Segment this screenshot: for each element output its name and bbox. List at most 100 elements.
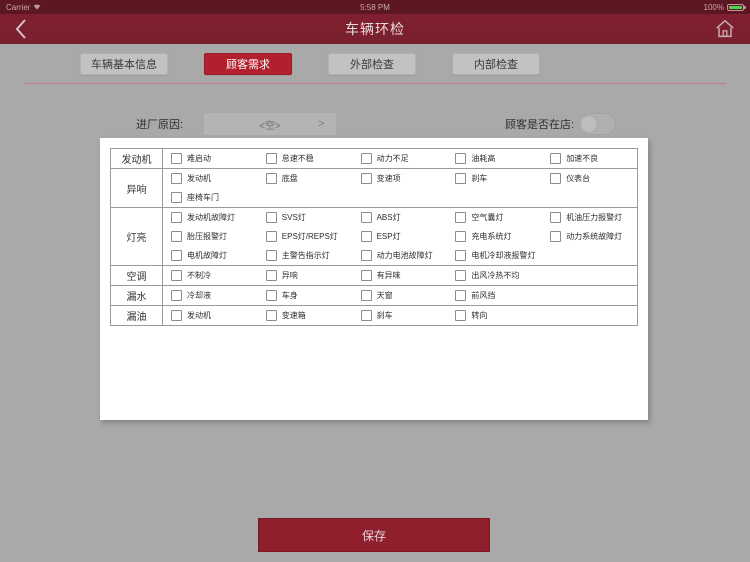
checkbox-item[interactable]: 难启动: [163, 149, 258, 168]
checkbox-icon[interactable]: [265, 270, 277, 281]
checkbox-icon[interactable]: [265, 290, 277, 301]
reason-chevron-icon[interactable]: >: [318, 113, 324, 135]
back-button[interactable]: [14, 14, 28, 44]
checkbox-item[interactable]: 怠速不稳: [258, 149, 353, 168]
instore-toggle[interactable]: [578, 113, 616, 135]
checkbox-item[interactable]: 出风冷热不均: [447, 266, 542, 285]
checkbox-item[interactable]: EPS灯/REPS灯: [258, 227, 353, 246]
checkbox-icon[interactable]: [265, 250, 277, 261]
checkbox-item[interactable]: 动力不足: [353, 149, 448, 168]
reason-label: 进厂原因:: [136, 119, 184, 131]
checkbox-item[interactable]: 电机故障灯: [163, 246, 258, 265]
checkbox-item[interactable]: 动力系统故障灯: [542, 227, 637, 246]
checkbox-item[interactable]: 加速不良: [542, 149, 637, 168]
checkbox-item[interactable]: 发动机: [163, 169, 258, 188]
checkbox-item[interactable]: 前风挡: [447, 286, 542, 305]
checkbox-item[interactable]: 天窗: [353, 286, 448, 305]
checkbox-item[interactable]: 充电系统灯: [447, 227, 542, 246]
tab-0[interactable]: 车辆基本信息: [80, 53, 168, 75]
checkbox-label: 发动机故障灯: [187, 213, 235, 222]
checkbox-item[interactable]: 有异味: [353, 266, 448, 285]
checkbox-icon[interactable]: [265, 173, 277, 184]
checkbox-icon[interactable]: [360, 173, 372, 184]
table-row: 发动机 难启动 怠速不稳 动力不足 油耗高 加速不良: [110, 148, 638, 169]
checkbox-icon[interactable]: [455, 153, 467, 164]
checkbox-item[interactable]: 主警告指示灯: [258, 246, 353, 265]
tab-1[interactable]: 顾客需求: [204, 53, 292, 75]
checkbox-icon[interactable]: [171, 290, 182, 301]
checkbox-label: 转向: [471, 311, 488, 320]
tab-3[interactable]: 内部检查: [452, 53, 540, 75]
checkbox-label: 仪表台: [566, 174, 591, 183]
checkbox-item[interactable]: 刹车: [447, 169, 542, 188]
checkbox-icon[interactable]: [360, 250, 372, 261]
checkbox-item[interactable]: 座椅车门: [163, 188, 258, 207]
checkbox-item[interactable]: 变速箱: [258, 306, 353, 325]
checkbox-icon[interactable]: [171, 270, 182, 281]
checkbox-icon[interactable]: [265, 212, 277, 223]
checkbox-item[interactable]: 底盘: [258, 169, 353, 188]
checkbox-icon[interactable]: [550, 173, 562, 184]
checkbox-icon[interactable]: [455, 173, 467, 184]
checkbox-icon[interactable]: [360, 270, 372, 281]
checkbox-icon[interactable]: [265, 153, 277, 164]
checkbox-item[interactable]: 空气囊灯: [447, 208, 542, 227]
home-button[interactable]: [714, 14, 736, 44]
nav-bar: 车辆环检: [0, 14, 750, 44]
checkbox-icon[interactable]: [360, 290, 372, 301]
reason-select-value: <空>: [259, 120, 281, 132]
checkbox-item[interactable]: 油耗高: [447, 149, 542, 168]
row-label-0: 发动机: [110, 148, 163, 169]
checkbox-item[interactable]: 胎压报警灯: [163, 227, 258, 246]
checkbox-icon[interactable]: [360, 231, 372, 242]
checkbox-icon[interactable]: [455, 231, 467, 242]
checkbox-item[interactable]: ESP灯: [353, 227, 448, 246]
checkbox-item[interactable]: 刹车: [353, 306, 448, 325]
items-wrap: 发动机故障灯 SVS灯 ABS灯 空气囊灯 机油压力报警灯胎压报警灯 EPS灯/REPS灯…: [163, 208, 637, 265]
checkbox-icon[interactable]: [455, 290, 467, 301]
checkbox-icon[interactable]: [171, 212, 182, 223]
checkbox-item[interactable]: 发动机: [163, 306, 258, 325]
tab-2[interactable]: 外部检查: [328, 53, 416, 75]
save-button[interactable]: 保存: [258, 518, 490, 552]
checkbox-icon[interactable]: [550, 153, 562, 164]
items-wrap: 难启动 怠速不稳 动力不足 油耗高 加速不良: [163, 149, 637, 168]
checkbox-icon[interactable]: [455, 212, 467, 223]
checkbox-icon[interactable]: [550, 231, 562, 242]
checkbox-item[interactable]: 动力电池故障灯: [353, 246, 448, 265]
checkbox-icon[interactable]: [550, 212, 562, 223]
checkbox-item[interactable]: 发动机故障灯: [163, 208, 258, 227]
items-wrap: 发动机 底盘 变速项 刹车 仪表台座椅车门: [163, 169, 637, 207]
checkbox-icon[interactable]: [360, 212, 372, 223]
reason-select[interactable]: <空>: [204, 113, 336, 135]
checkbox-icon[interactable]: [455, 250, 467, 261]
checkbox-icon[interactable]: [455, 310, 467, 321]
checkbox-label: 电机故障灯: [187, 251, 227, 260]
checkbox-icon[interactable]: [171, 173, 182, 184]
checkbox-item[interactable]: 仪表台: [542, 169, 637, 188]
checkbox-icon[interactable]: [455, 270, 467, 281]
checkbox-icon[interactable]: [171, 153, 182, 164]
checkbox-icon[interactable]: [171, 231, 182, 242]
tab-bar: 车辆基本信息 顾客需求 外部检查 内部检查: [0, 44, 750, 84]
checkbox-item[interactable]: 机油压力报警灯: [542, 208, 637, 227]
checkbox-icon[interactable]: [171, 250, 182, 261]
checkbox-icon[interactable]: [265, 310, 277, 321]
checkbox-item[interactable]: 不制冷: [163, 266, 258, 285]
checkbox-label: 车身: [281, 291, 298, 300]
checkbox-item[interactable]: SVS灯: [258, 208, 353, 227]
checkbox-icon[interactable]: [171, 192, 182, 203]
checkbox-item[interactable]: 异响: [258, 266, 353, 285]
checkbox-item[interactable]: 电机冷却液报警灯: [447, 246, 542, 265]
checkbox-label: 加速不良: [566, 154, 599, 163]
checkbox-icon[interactable]: [360, 153, 372, 164]
checkbox-item[interactable]: 变速项: [353, 169, 448, 188]
form-row: 进厂原因: <空> > 顾客是否在店:: [0, 110, 750, 138]
checkbox-icon[interactable]: [360, 310, 372, 321]
checkbox-icon[interactable]: [171, 310, 182, 321]
checkbox-item[interactable]: ABS灯: [353, 208, 448, 227]
checkbox-icon[interactable]: [265, 231, 277, 242]
checkbox-item[interactable]: 冷却液: [163, 286, 258, 305]
checkbox-item[interactable]: 转向: [447, 306, 542, 325]
checkbox-item[interactable]: 车身: [258, 286, 353, 305]
